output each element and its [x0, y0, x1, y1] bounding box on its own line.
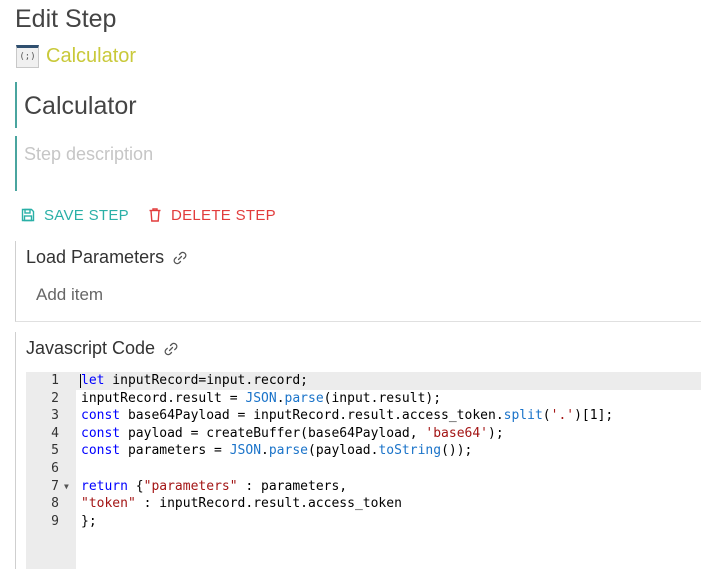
link-icon[interactable]	[171, 249, 189, 267]
load-parameters-title-row: Load Parameters	[26, 247, 189, 268]
line-number: 3	[51, 408, 59, 424]
code-line[interactable]: 5 const parameters = JSON.parse(payload.…	[26, 442, 701, 460]
fold-arrow-icon[interactable]: ▼	[64, 478, 69, 496]
code-line[interactable]: 6	[26, 460, 701, 478]
step-type-header: (;) Calculator	[16, 44, 136, 68]
javascript-code-title: Javascript Code	[26, 338, 156, 358]
line-number: 4	[51, 425, 59, 441]
code-text: "token" : inputRecord.result.access_toke…	[81, 496, 402, 512]
delete-step-label: DELETE STEP	[170, 206, 276, 224]
step-name-field[interactable]: Calculator	[15, 82, 701, 128]
save-step-label: SAVE STEP	[44, 206, 129, 224]
code-line[interactable]: 4 const payload = createBuffer(base64Pay…	[26, 425, 701, 443]
code-text: };	[81, 513, 97, 529]
code-line[interactable]: 1 let inputRecord=input.record;	[26, 372, 701, 390]
step-description-input[interactable]: Step description	[24, 144, 153, 165]
code-line[interactable]: 3 const base64Payload = inputRecord.resu…	[26, 407, 701, 425]
keyword-token: let	[81, 373, 105, 388]
step-name-value[interactable]: Calculator	[24, 92, 137, 121]
code-text: const parameters = JSON.parse(payload.to…	[81, 443, 473, 459]
code-line[interactable]: 9 };	[26, 513, 701, 531]
code-text: let inputRecord=input.record;	[80, 373, 308, 388]
line-number: 2	[51, 390, 59, 406]
code-line[interactable]: 7 ▼ return {"parameters" : parameters,	[26, 478, 701, 496]
code-editor[interactable]: 1 let inputRecord=input.record; 2 inputR…	[26, 372, 701, 569]
load-parameters-title: Load Parameters	[26, 247, 165, 267]
code-text: const base64Payload = inputRecord.result…	[81, 408, 614, 424]
line-number: 6	[51, 461, 59, 476]
line-number: 1	[51, 373, 59, 388]
code-line[interactable]: 8 "token" : inputRecord.result.access_to…	[26, 495, 701, 513]
javascript-code-title-row: Javascript Code	[26, 338, 180, 359]
line-number: 9	[51, 513, 59, 529]
delete-step-button[interactable]: DELETE STEP	[147, 207, 276, 224]
step-description-field[interactable]: Step description	[15, 136, 701, 191]
code-text: inputRecord.result = JSON.parse(input.re…	[81, 390, 442, 406]
link-icon[interactable]	[162, 340, 180, 358]
save-step-button[interactable]: SAVE STEP	[20, 207, 129, 224]
line-number: 7	[51, 478, 59, 494]
trash-icon	[147, 207, 163, 223]
line-number: 8	[51, 496, 59, 512]
step-type-name: Calculator	[46, 44, 137, 67]
page-title: Edit Step	[15, 5, 117, 33]
line-number: 5	[51, 443, 59, 459]
code-text: return {"parameters" : parameters,	[81, 478, 348, 494]
code-line[interactable]: 2 inputRecord.result = JSON.parse(input.…	[26, 390, 701, 408]
step-actions: SAVE STEP DELETE STEP	[20, 204, 276, 226]
calculator-icon: (;)	[16, 44, 39, 68]
code-text: const payload = createBuffer(base64Paylo…	[81, 425, 504, 441]
javascript-code-section: Javascript Code 1 let inputRecord=input.…	[15, 332, 701, 569]
load-parameters-section: Load Parameters Add item	[15, 241, 701, 322]
add-item-button[interactable]: Add item	[36, 285, 103, 305]
save-icon	[20, 207, 36, 223]
